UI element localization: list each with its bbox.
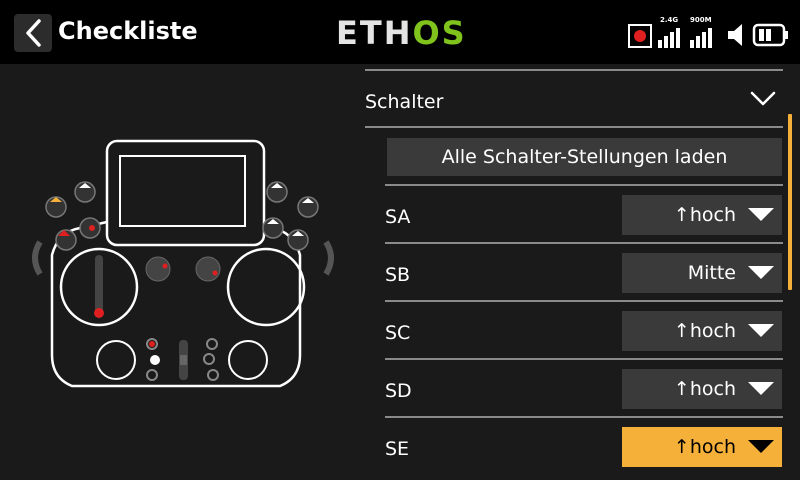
switch-se-value: ↑hoch	[673, 436, 736, 458]
switch-se-select[interactable]: ↑hoch	[622, 427, 782, 467]
switch-sa-value: ↑hoch	[673, 204, 736, 226]
switch-label-sa: SA	[385, 206, 411, 228]
signal-900m: 900M	[690, 16, 720, 48]
signal-bars-icon	[658, 28, 680, 48]
divider	[385, 300, 783, 302]
switch-sa-select[interactable]: ↑hoch	[622, 195, 782, 235]
back-button[interactable]	[14, 14, 52, 52]
signal-bars-icon	[690, 28, 712, 48]
divider	[365, 69, 783, 71]
dropdown-arrow-icon	[748, 324, 774, 337]
page-title: Checkliste	[58, 17, 198, 45]
dropdown-arrow-icon	[748, 266, 774, 279]
battery-icon	[752, 23, 788, 47]
divider	[365, 126, 783, 128]
switch-sc-value: ↑hoch	[673, 320, 736, 342]
signal-2-4g: 2.4G	[658, 16, 684, 48]
divider	[385, 358, 783, 360]
status-bar: 2.4G 900M	[628, 16, 790, 48]
dropdown-arrow-icon	[748, 440, 774, 453]
switch-label-sc: SC	[385, 322, 411, 344]
switch-sb-value: Mitte	[687, 262, 736, 284]
divider	[385, 242, 783, 244]
ethos-logo: ETHOS	[336, 14, 467, 52]
section-header-schalter[interactable]: Schalter	[365, 82, 783, 122]
transmitter-illustration	[0, 64, 356, 480]
switch-sd-select[interactable]: ↑hoch	[622, 369, 782, 409]
load-all-switch-positions-button[interactable]: Alle Schalter-Stellungen laden	[387, 138, 782, 176]
switch-sb-select[interactable]: Mitte	[622, 253, 782, 293]
dropdown-arrow-icon	[748, 382, 774, 395]
chevron-down-icon[interactable]	[749, 90, 777, 108]
scrollbar[interactable]	[788, 114, 792, 290]
chevron-left-icon	[26, 19, 41, 47]
radio-transmitter-image	[32, 139, 334, 388]
record-icon[interactable]	[628, 24, 652, 48]
switch-label-sd: SD	[385, 380, 412, 402]
switch-label-se: SE	[385, 438, 410, 460]
checklist-panel: Schalter Alle Schalter-Stellungen laden …	[365, 64, 783, 480]
section-label: Schalter	[365, 91, 444, 113]
switch-label-sb: SB	[385, 264, 411, 286]
divider	[385, 416, 783, 418]
dropdown-arrow-icon	[748, 208, 774, 221]
divider	[385, 184, 783, 186]
top-bar: Checkliste ETHOS 2.4G 900M	[0, 0, 800, 64]
switch-sc-select[interactable]: ↑hoch	[622, 311, 782, 351]
switch-sd-value: ↑hoch	[673, 378, 736, 400]
speaker-icon[interactable]	[726, 22, 746, 48]
